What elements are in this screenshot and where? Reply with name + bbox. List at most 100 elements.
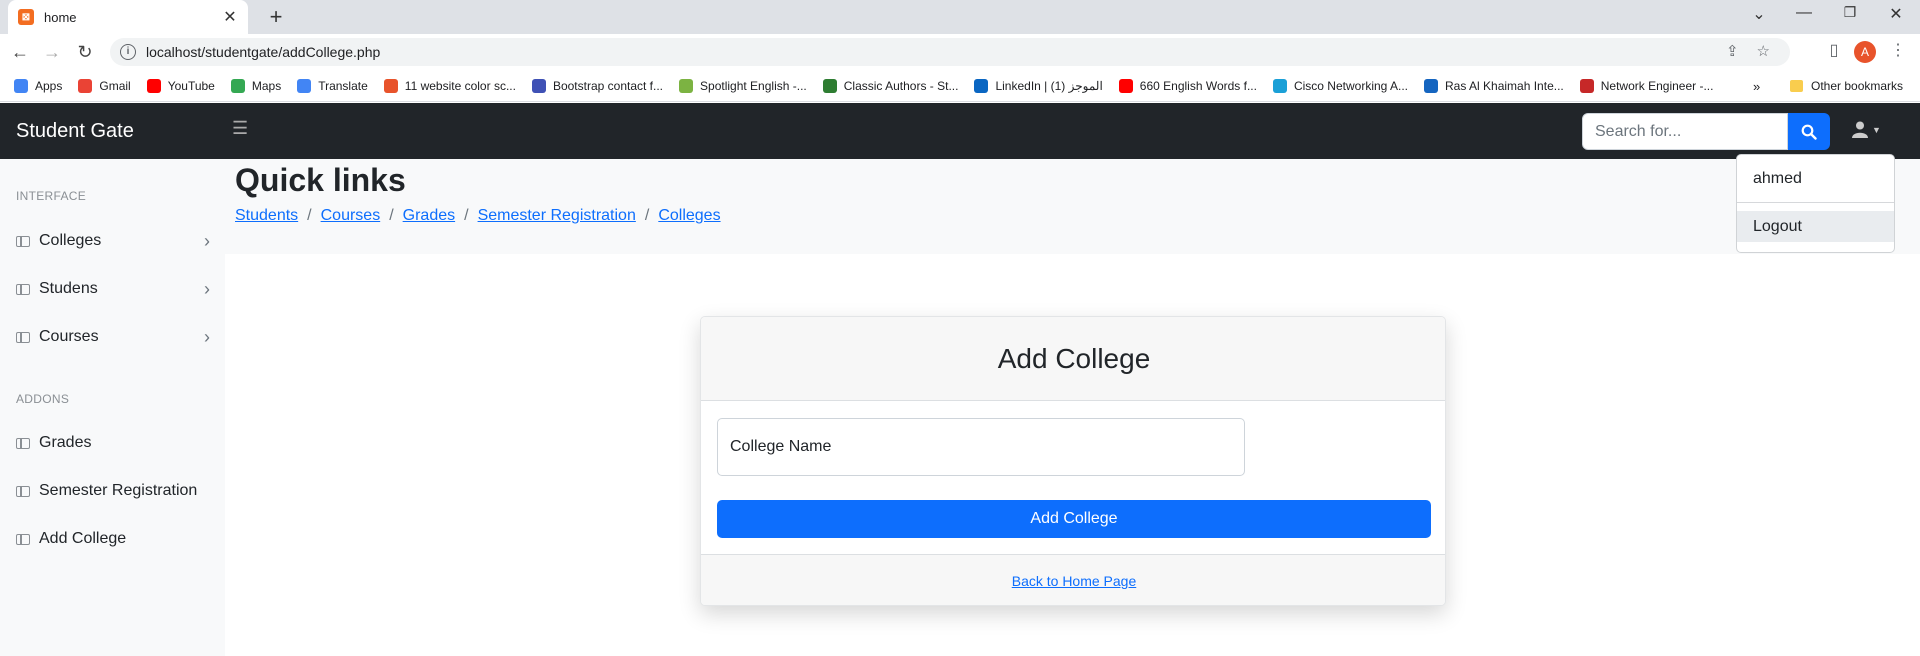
bookmark-item[interactable]: LinkedIn | الموجز (1) xyxy=(974,78,1103,93)
college-name-input[interactable]: College Name xyxy=(717,418,1245,476)
bookmark-favicon-icon xyxy=(383,78,398,93)
bookmark-favicon-icon xyxy=(146,78,161,93)
address-bar[interactable]: i localhost/studentgate/addCollege.php ⇪… xyxy=(110,38,1790,66)
breadcrumb-separator: / xyxy=(307,207,312,224)
chevron-right-icon: › xyxy=(204,326,210,347)
tab-search-chevron-icon[interactable]: ⌄ xyxy=(1747,4,1771,24)
bookmark-item[interactable]: YouTube xyxy=(146,78,215,93)
user-icon xyxy=(1852,121,1868,138)
bookmark-item[interactable]: Apps xyxy=(14,78,62,93)
breadcrumb-students[interactable]: Students xyxy=(235,207,298,225)
bookmark-item[interactable]: Ras Al Khaimah Inte... xyxy=(1424,78,1564,93)
breadcrumb-colleges[interactable]: Colleges xyxy=(658,207,720,225)
sidebar-item-studens[interactable]: Studens › xyxy=(16,277,210,301)
profile-avatar[interactable]: A xyxy=(1854,41,1876,63)
bookmark-favicon-icon xyxy=(679,78,694,93)
bookmark-item[interactable]: Cisco Networking A... xyxy=(1272,78,1409,93)
search-input[interactable]: Search for... xyxy=(1582,113,1788,150)
add-college-card: Add College College Name Add College Bac… xyxy=(700,316,1446,606)
back-to-home-link[interactable]: Back to Home Page xyxy=(1012,573,1137,589)
breadcrumb-grades[interactable]: Grades xyxy=(403,207,455,225)
sidebar-item-grades[interactable]: Grades xyxy=(16,431,210,455)
search-icon xyxy=(1801,124,1817,140)
bookmark-favicon-icon xyxy=(1424,78,1439,93)
breadcrumb-semester-registration[interactable]: Semester Registration xyxy=(478,207,636,225)
sidebar-item-label: Grades xyxy=(39,434,92,451)
chrome-menu-icon[interactable]: ⋮ xyxy=(1886,40,1910,60)
bookmark-item[interactable]: Network Engineer -... xyxy=(1579,78,1714,93)
other-bookmarks[interactable]: Other bookmarks xyxy=(1790,70,1903,102)
bookmark-favicon-icon xyxy=(1272,78,1287,93)
bookmark-label: Cisco Networking A... xyxy=(1293,78,1409,93)
add-college-button[interactable]: Add College xyxy=(717,500,1431,538)
search-button[interactable] xyxy=(1788,113,1830,150)
xampp-favicon-icon: ⊠ xyxy=(18,9,34,25)
bookmark-item[interactable]: 11 website color sc... xyxy=(383,78,516,93)
bookmark-item[interactable]: Maps xyxy=(230,78,281,93)
table-icon xyxy=(16,533,30,545)
bookmark-favicon-icon xyxy=(230,78,245,93)
folder-icon xyxy=(1790,80,1803,92)
bookmark-favicon-icon xyxy=(974,78,989,93)
columns-icon xyxy=(16,235,30,247)
logout-menu-item[interactable]: Logout xyxy=(1737,211,1894,242)
bookmark-item[interactable]: Classic Authors - St... xyxy=(822,78,959,93)
sidebar-item-colleges[interactable]: Colleges › xyxy=(16,229,210,253)
brand-title[interactable]: Student Gate xyxy=(16,120,134,143)
dropdown-divider xyxy=(1737,202,1894,203)
sidebar-item-add-college[interactable]: Add College xyxy=(16,527,210,551)
bookmark-item[interactable]: Translate xyxy=(297,78,368,93)
side-panel-icon[interactable]: ▯ xyxy=(1822,40,1846,60)
quick-links-section: Quick links Students / Courses / Grades … xyxy=(225,159,1920,254)
bookmark-label: Network Engineer -... xyxy=(1600,78,1714,93)
forward-arrow-icon[interactable]: → xyxy=(40,40,64,64)
reload-icon[interactable]: ↻ xyxy=(73,40,97,64)
bookmark-label: 660 English Words f... xyxy=(1139,78,1257,93)
browser-tab[interactable]: ⊠ home ✕ xyxy=(8,0,248,34)
tab-title: home xyxy=(44,9,77,25)
bookmark-label: LinkedIn | الموجز (1) xyxy=(995,78,1103,93)
quick-links-title: Quick links xyxy=(235,162,406,198)
sidebar: INTERFACE Colleges › Studens › Courses ›… xyxy=(0,159,225,656)
bookmark-item[interactable]: Spotlight English -... xyxy=(679,78,807,93)
table-icon xyxy=(16,437,30,449)
sidebar-item-label: Add College xyxy=(39,530,127,547)
user-dropdown-menu: ahmed Logout xyxy=(1736,154,1895,253)
breadcrumb: Students / Courses / Grades / Semester R… xyxy=(235,207,721,225)
bookmark-label: Classic Authors - St... xyxy=(843,78,959,93)
bookmark-favicon-icon xyxy=(531,78,546,93)
window-close-icon[interactable]: ✕ xyxy=(1884,4,1908,24)
bookmark-favicon-icon xyxy=(822,78,837,93)
tab-close-icon[interactable]: ✕ xyxy=(222,7,238,27)
back-arrow-icon[interactable]: ← xyxy=(8,40,32,64)
browser-toolbar: ← → ↻ i localhost/studentgate/addCollege… xyxy=(0,34,1920,70)
bookmarks-bar: Apps Gmail YouTube Maps Translate 11 website … xyxy=(0,70,1920,102)
sidebar-item-semester-registration[interactable]: Semester Registration xyxy=(16,479,210,503)
bookmark-item[interactable]: Gmail xyxy=(78,78,131,93)
bookmark-item[interactable]: 660 English Words f... xyxy=(1118,78,1257,93)
sidebar-item-label: Studens xyxy=(39,280,98,297)
breadcrumb-separator: / xyxy=(464,207,469,224)
sidebar-toggle-icon[interactable]: ☰ xyxy=(232,118,248,139)
bookmark-favicon-icon xyxy=(78,78,93,93)
site-info-icon[interactable]: i xyxy=(120,44,136,60)
breadcrumb-separator: / xyxy=(644,207,650,224)
bookmark-item[interactable]: Bootstrap contact f... xyxy=(531,78,664,93)
sidebar-heading-addons: ADDONS xyxy=(16,392,70,406)
breadcrumb-courses[interactable]: Courses xyxy=(321,207,381,225)
bookmark-favicon-icon xyxy=(1579,78,1594,93)
sidebar-item-courses[interactable]: Courses › xyxy=(16,325,210,349)
minimize-icon[interactable]: — xyxy=(1792,4,1816,22)
sidebar-item-label: Colleges xyxy=(39,232,102,249)
more-bookmarks-icon[interactable]: » xyxy=(1753,70,1760,102)
bookmark-label: YouTube xyxy=(167,78,215,93)
bookmark-star-icon[interactable]: ☆ xyxy=(1757,42,1770,60)
share-icon[interactable]: ⇪ xyxy=(1726,42,1739,60)
new-tab-icon[interactable]: + xyxy=(262,4,290,30)
sidebar-item-label: Semester Registration xyxy=(39,482,198,499)
user-menu-toggle[interactable]: ▼ xyxy=(1852,121,1881,138)
bookmark-label: Gmail xyxy=(99,78,131,93)
dropdown-username[interactable]: ahmed xyxy=(1737,163,1894,194)
restore-icon[interactable]: ❐ xyxy=(1838,4,1862,21)
bookmark-label: Bootstrap contact f... xyxy=(552,78,664,93)
